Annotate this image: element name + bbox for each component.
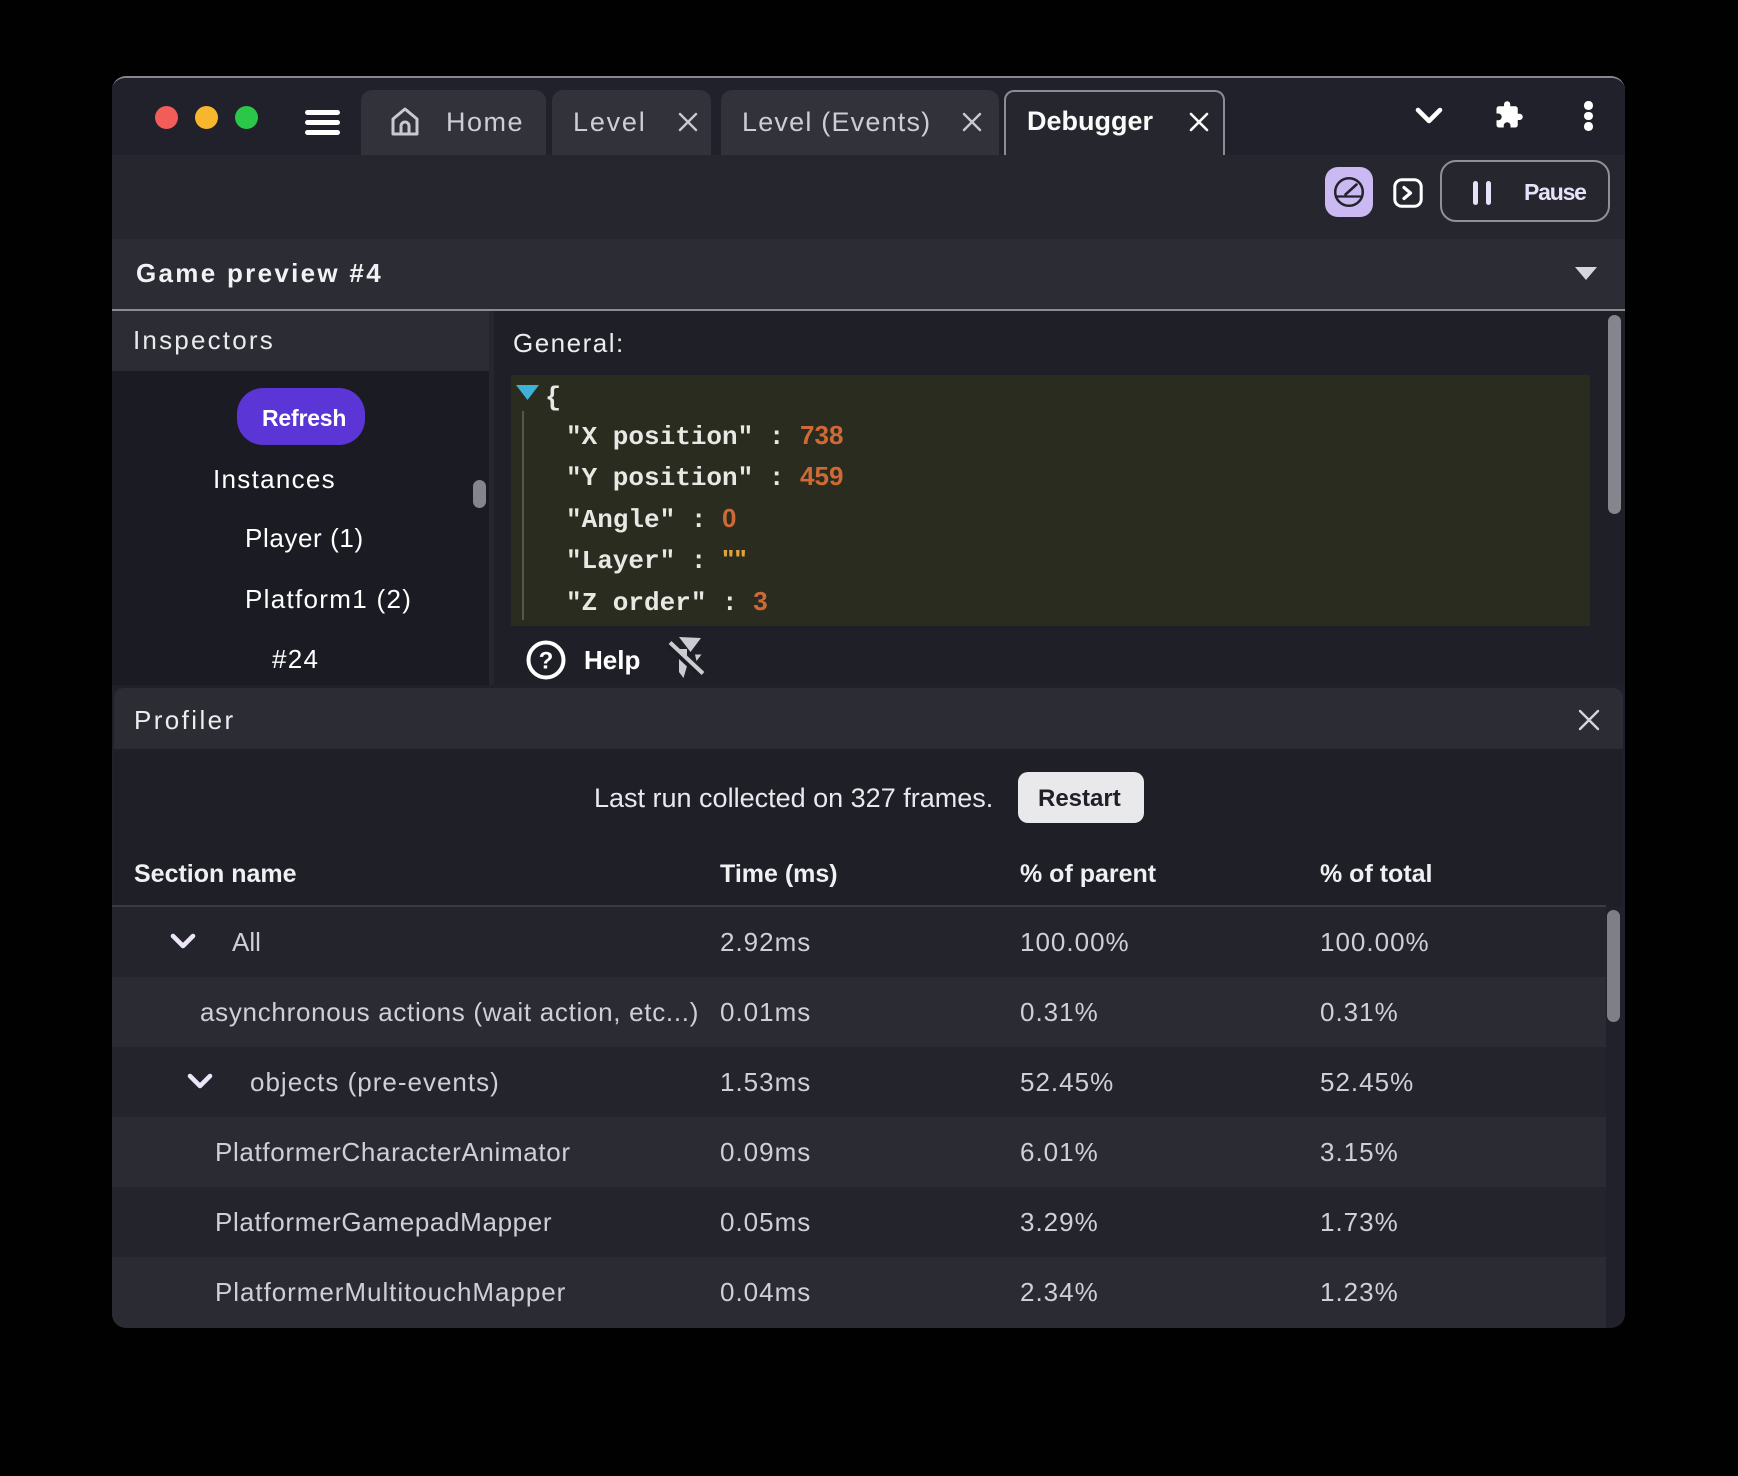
svg-text:?: ? [539,648,554,675]
